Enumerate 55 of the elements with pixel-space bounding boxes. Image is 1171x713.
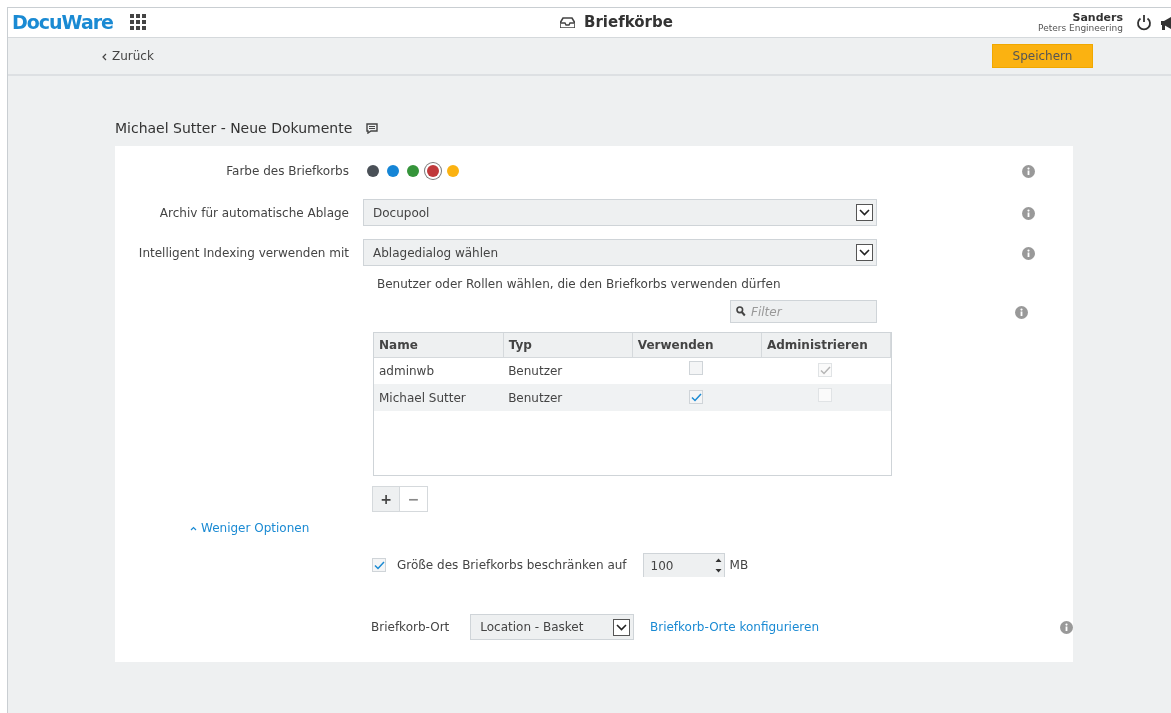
field-label: Intelligent Indexing verwenden mit xyxy=(137,244,350,262)
table-cell: adminwb xyxy=(374,357,504,384)
color-swatch[interactable] xyxy=(447,165,459,177)
color-swatch[interactable] xyxy=(387,165,399,177)
spinner-arrows-icon[interactable] xyxy=(714,557,722,574)
dropdown-caret-icon[interactable] xyxy=(612,618,630,636)
apps-grid-icon[interactable] xyxy=(130,14,147,31)
logo[interactable]: DocuWare xyxy=(12,13,113,32)
color-swatch[interactable] xyxy=(407,165,419,177)
add-button[interactable]: + xyxy=(372,486,400,512)
dropdown-caret-icon[interactable] xyxy=(856,244,873,261)
hint-text: Benutzer oder Rollen wählen, die den Briefkorbs verwenden dürfen xyxy=(377,276,782,293)
unit-label: MB xyxy=(729,557,749,574)
back-link[interactable]: Zurück xyxy=(102,47,154,65)
table-cell: Michael Sutter xyxy=(374,384,504,411)
remove-button[interactable]: − xyxy=(400,486,428,512)
number-field[interactable]: 100 xyxy=(642,553,725,577)
table-cell: Benutzer xyxy=(503,357,633,384)
chevron-up-icon xyxy=(190,526,197,531)
field-label: Briefkorb-Ort xyxy=(371,619,450,636)
select-field[interactable]: Location - Basket xyxy=(470,614,634,640)
color-swatch[interactable] xyxy=(367,165,379,177)
column-header: Administrieren xyxy=(761,333,891,357)
dropdown-caret-icon[interactable] xyxy=(856,204,873,221)
info-icon[interactable] xyxy=(1015,305,1028,319)
megaphone-icon[interactable] xyxy=(1161,14,1171,31)
table-cell: Benutzer xyxy=(503,384,633,411)
info-icon[interactable] xyxy=(1060,621,1073,634)
column-header: Name xyxy=(374,333,504,357)
company-name: Peters Engineering xyxy=(1038,23,1123,33)
field-label: Farbe des Briefkorbs xyxy=(225,163,350,180)
configure-link[interactable]: Briefkorb-Orte konfigurieren xyxy=(649,618,819,636)
basket-title: Michael Sutter - Neue Dokumente xyxy=(115,118,353,138)
color-swatch[interactable] xyxy=(427,165,439,177)
column-header: Verwenden xyxy=(632,333,762,357)
comment-icon[interactable] xyxy=(366,122,379,134)
checkbox[interactable] xyxy=(689,390,704,404)
less-options-link[interactable]: Weniger Optionen xyxy=(190,519,310,537)
info-icon[interactable] xyxy=(1022,165,1035,178)
power-icon[interactable] xyxy=(1136,14,1152,31)
column-header: Typ xyxy=(503,333,633,357)
info-icon[interactable] xyxy=(1022,246,1035,260)
checkbox[interactable] xyxy=(689,361,704,376)
inbox-tray-icon xyxy=(560,17,575,28)
select-field[interactable]: Ablagedialog wählen xyxy=(363,239,877,266)
user-name: Sanders xyxy=(1072,12,1123,24)
checkbox[interactable] xyxy=(372,558,386,572)
chevron-left-icon xyxy=(102,52,107,61)
field-label: Archiv für automatische Ablage xyxy=(158,204,350,222)
page-title: Briefkörbe xyxy=(584,12,673,34)
field-label: Größe des Briefkorbs beschränken auf xyxy=(397,557,627,574)
save-button[interactable]: Speichern xyxy=(992,44,1093,68)
filter-field[interactable]: Filter xyxy=(730,300,877,323)
select-field[interactable]: Docupool xyxy=(363,199,877,226)
info-icon[interactable] xyxy=(1022,206,1035,220)
